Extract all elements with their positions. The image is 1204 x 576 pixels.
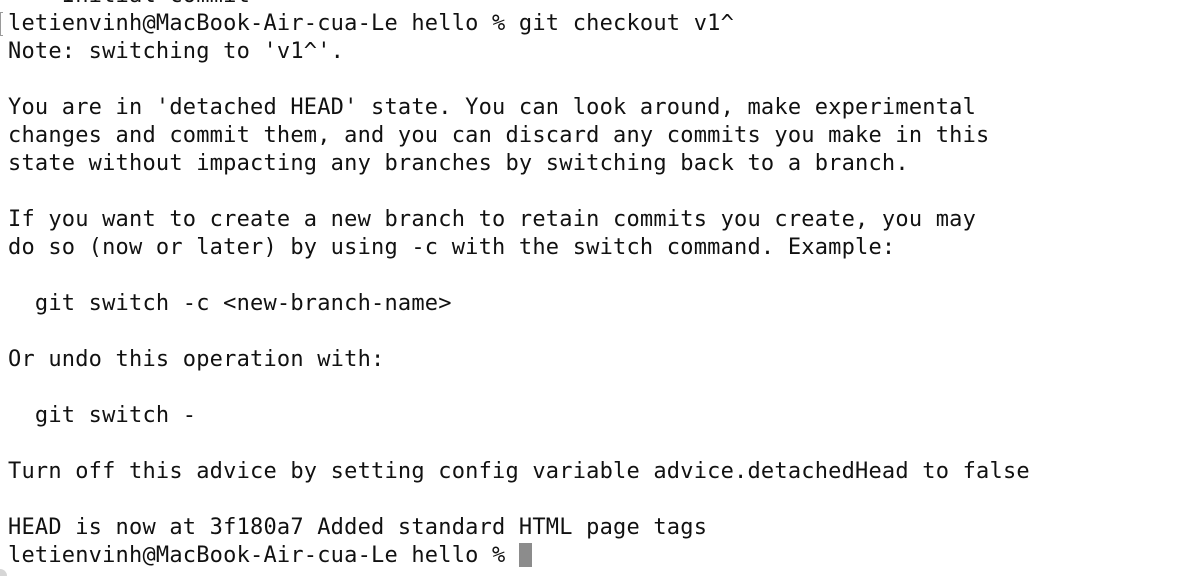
terminal-output: Initial commit letienvinh@MacBook-Air-cu… [8,0,1204,570]
output-line: If you want to create a new branch to re… [8,207,977,232]
output-line: git switch -c <new-branch-name> [8,291,452,316]
output-line: changes and commit them, and you can dis… [8,123,990,148]
text-cursor [518,543,532,567]
output-line: Initial commit [8,0,1204,10]
terminal-window[interactable]: Initial commit letienvinh@MacBook-Air-cu… [0,0,1204,576]
output-line: Turn off this advice by setting config v… [8,459,1030,484]
output-line: state without impacting any branches by … [8,151,909,176]
output-line: do so (now or later) by using -c with th… [8,235,896,260]
output-line: You are in 'detached HEAD' state. You ca… [8,95,977,120]
output-line: Note: switching to 'v1^'. [8,39,345,64]
output-line: git switch - [8,403,197,428]
prompt-line[interactable]: letienvinh@MacBook-Air-cua-Le hello % [8,542,1204,570]
window-corner [0,569,7,576]
mark-bracket [0,12,3,36]
output-line: HEAD is now at 3f180a7 Added standard HT… [8,515,708,540]
command-line: letienvinh@MacBook-Air-cua-Le hello % gi… [8,11,735,36]
output-line: Or undo this operation with: [8,347,385,372]
shell-prompt: letienvinh@MacBook-Air-cua-Le hello % [8,543,519,568]
